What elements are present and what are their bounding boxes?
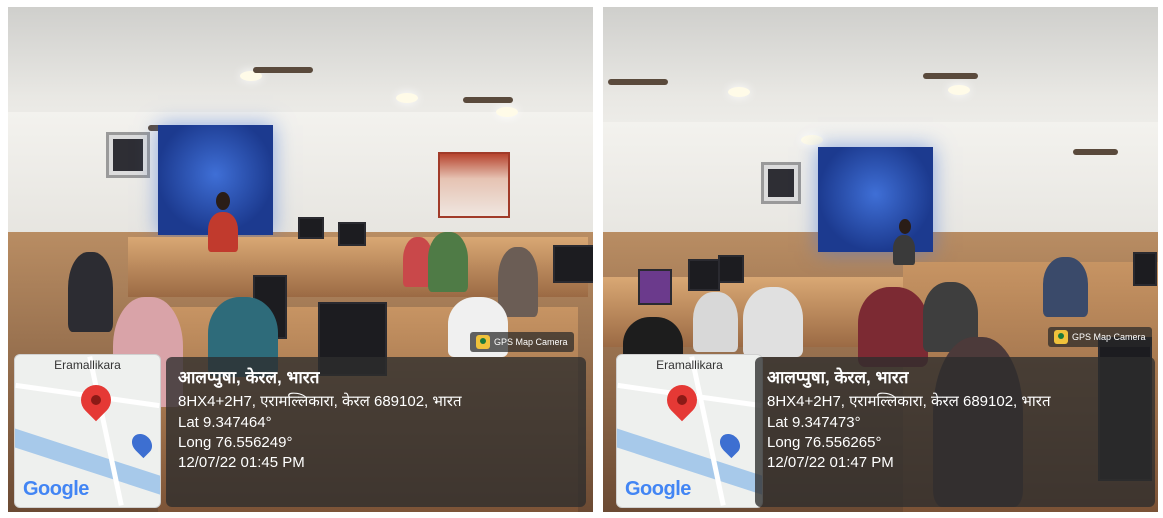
google-logo: Google bbox=[625, 478, 691, 501]
map-place-label: Eramallikara bbox=[54, 358, 121, 372]
presenter bbox=[893, 235, 915, 265]
ceiling-light bbox=[801, 135, 823, 145]
wall-tv bbox=[761, 162, 801, 204]
longitude: Long 76.556249° bbox=[178, 434, 293, 451]
classroom-photo-1: GPS Map Camera Eramallikara Google आलप्प… bbox=[8, 7, 593, 512]
computer-monitor bbox=[638, 269, 672, 305]
gps-map-camera-icon bbox=[1054, 330, 1068, 344]
google-logo-text: Google bbox=[625, 478, 691, 500]
mini-map: Eramallikara Google bbox=[14, 354, 161, 508]
ceiling-light bbox=[948, 85, 970, 95]
gps-map-camera-badge: GPS Map Camera bbox=[1048, 327, 1152, 347]
computer-monitor bbox=[338, 222, 366, 246]
latitude: Lat 9.347464° bbox=[178, 414, 272, 431]
location-title: आलप्पुषा, केरल, भारत bbox=[767, 368, 909, 387]
presenter-head bbox=[899, 219, 911, 234]
gps-badge-label: GPS Map Camera bbox=[1072, 332, 1146, 342]
computer-monitor bbox=[688, 259, 720, 291]
ceiling-light bbox=[496, 107, 518, 117]
timestamp: 12/07/22 01:45 PM bbox=[178, 454, 305, 471]
mini-map: Eramallikara Google bbox=[616, 354, 763, 508]
wall-tv bbox=[106, 132, 150, 178]
map-place-label: Eramallikara bbox=[656, 358, 723, 372]
timestamp: 12/07/22 01:47 PM bbox=[767, 454, 894, 471]
map-road bbox=[87, 356, 124, 506]
ceiling-fan bbox=[608, 79, 668, 85]
longitude: Long 76.556265° bbox=[767, 434, 882, 451]
gps-badge-label: GPS Map Camera bbox=[494, 337, 568, 347]
location-pin-icon bbox=[74, 378, 118, 422]
ceiling-light bbox=[396, 93, 418, 103]
computer-monitor bbox=[298, 217, 324, 239]
student bbox=[743, 287, 803, 357]
student bbox=[858, 287, 928, 367]
gps-info-overlay: आलप्पुषा, केरल, भारत 8HX4+2H7, एरामल्लिक… bbox=[755, 357, 1155, 507]
student bbox=[1043, 257, 1088, 317]
latitude: Lat 9.347473° bbox=[767, 414, 861, 431]
ceiling-fan bbox=[1073, 149, 1118, 155]
google-logo: Google bbox=[23, 478, 89, 501]
gps-info-overlay: आलप्पुषा, केरल, भारत 8HX4+2H7, एरामल्लिक… bbox=[166, 357, 586, 507]
computer-monitor bbox=[553, 245, 593, 283]
ceiling-fan bbox=[923, 73, 978, 79]
google-logo-text: Google bbox=[23, 478, 89, 500]
address-line: 8HX4+2H7, एरामल्लिकारा, केरल 689102, भार… bbox=[178, 393, 462, 410]
presenter-head bbox=[216, 192, 230, 210]
computer-monitor bbox=[718, 255, 744, 283]
student bbox=[68, 252, 113, 332]
projector-screen bbox=[818, 147, 933, 252]
computer-monitor bbox=[1133, 252, 1157, 286]
student bbox=[498, 247, 538, 317]
student bbox=[693, 292, 738, 352]
fuel-station-icon bbox=[715, 429, 745, 459]
location-title: आलप्पुषा, केरल, भारत bbox=[178, 368, 320, 387]
event-banner bbox=[438, 152, 510, 218]
fuel-station-icon bbox=[127, 429, 157, 459]
map-road bbox=[689, 356, 726, 506]
ceiling-light bbox=[728, 87, 750, 97]
gps-map-camera-icon bbox=[476, 335, 490, 349]
presenter bbox=[208, 212, 238, 252]
gps-map-camera-badge: GPS Map Camera bbox=[470, 332, 574, 352]
classroom-photo-2: GPS Map Camera Eramallikara Google आलप्प… bbox=[603, 7, 1158, 512]
ceiling-fan bbox=[463, 97, 513, 103]
ceiling-fan bbox=[253, 67, 313, 73]
address-line: 8HX4+2H7, एरामल्लिकारा, केरल 689102, भार… bbox=[767, 393, 1051, 410]
student bbox=[428, 232, 468, 292]
